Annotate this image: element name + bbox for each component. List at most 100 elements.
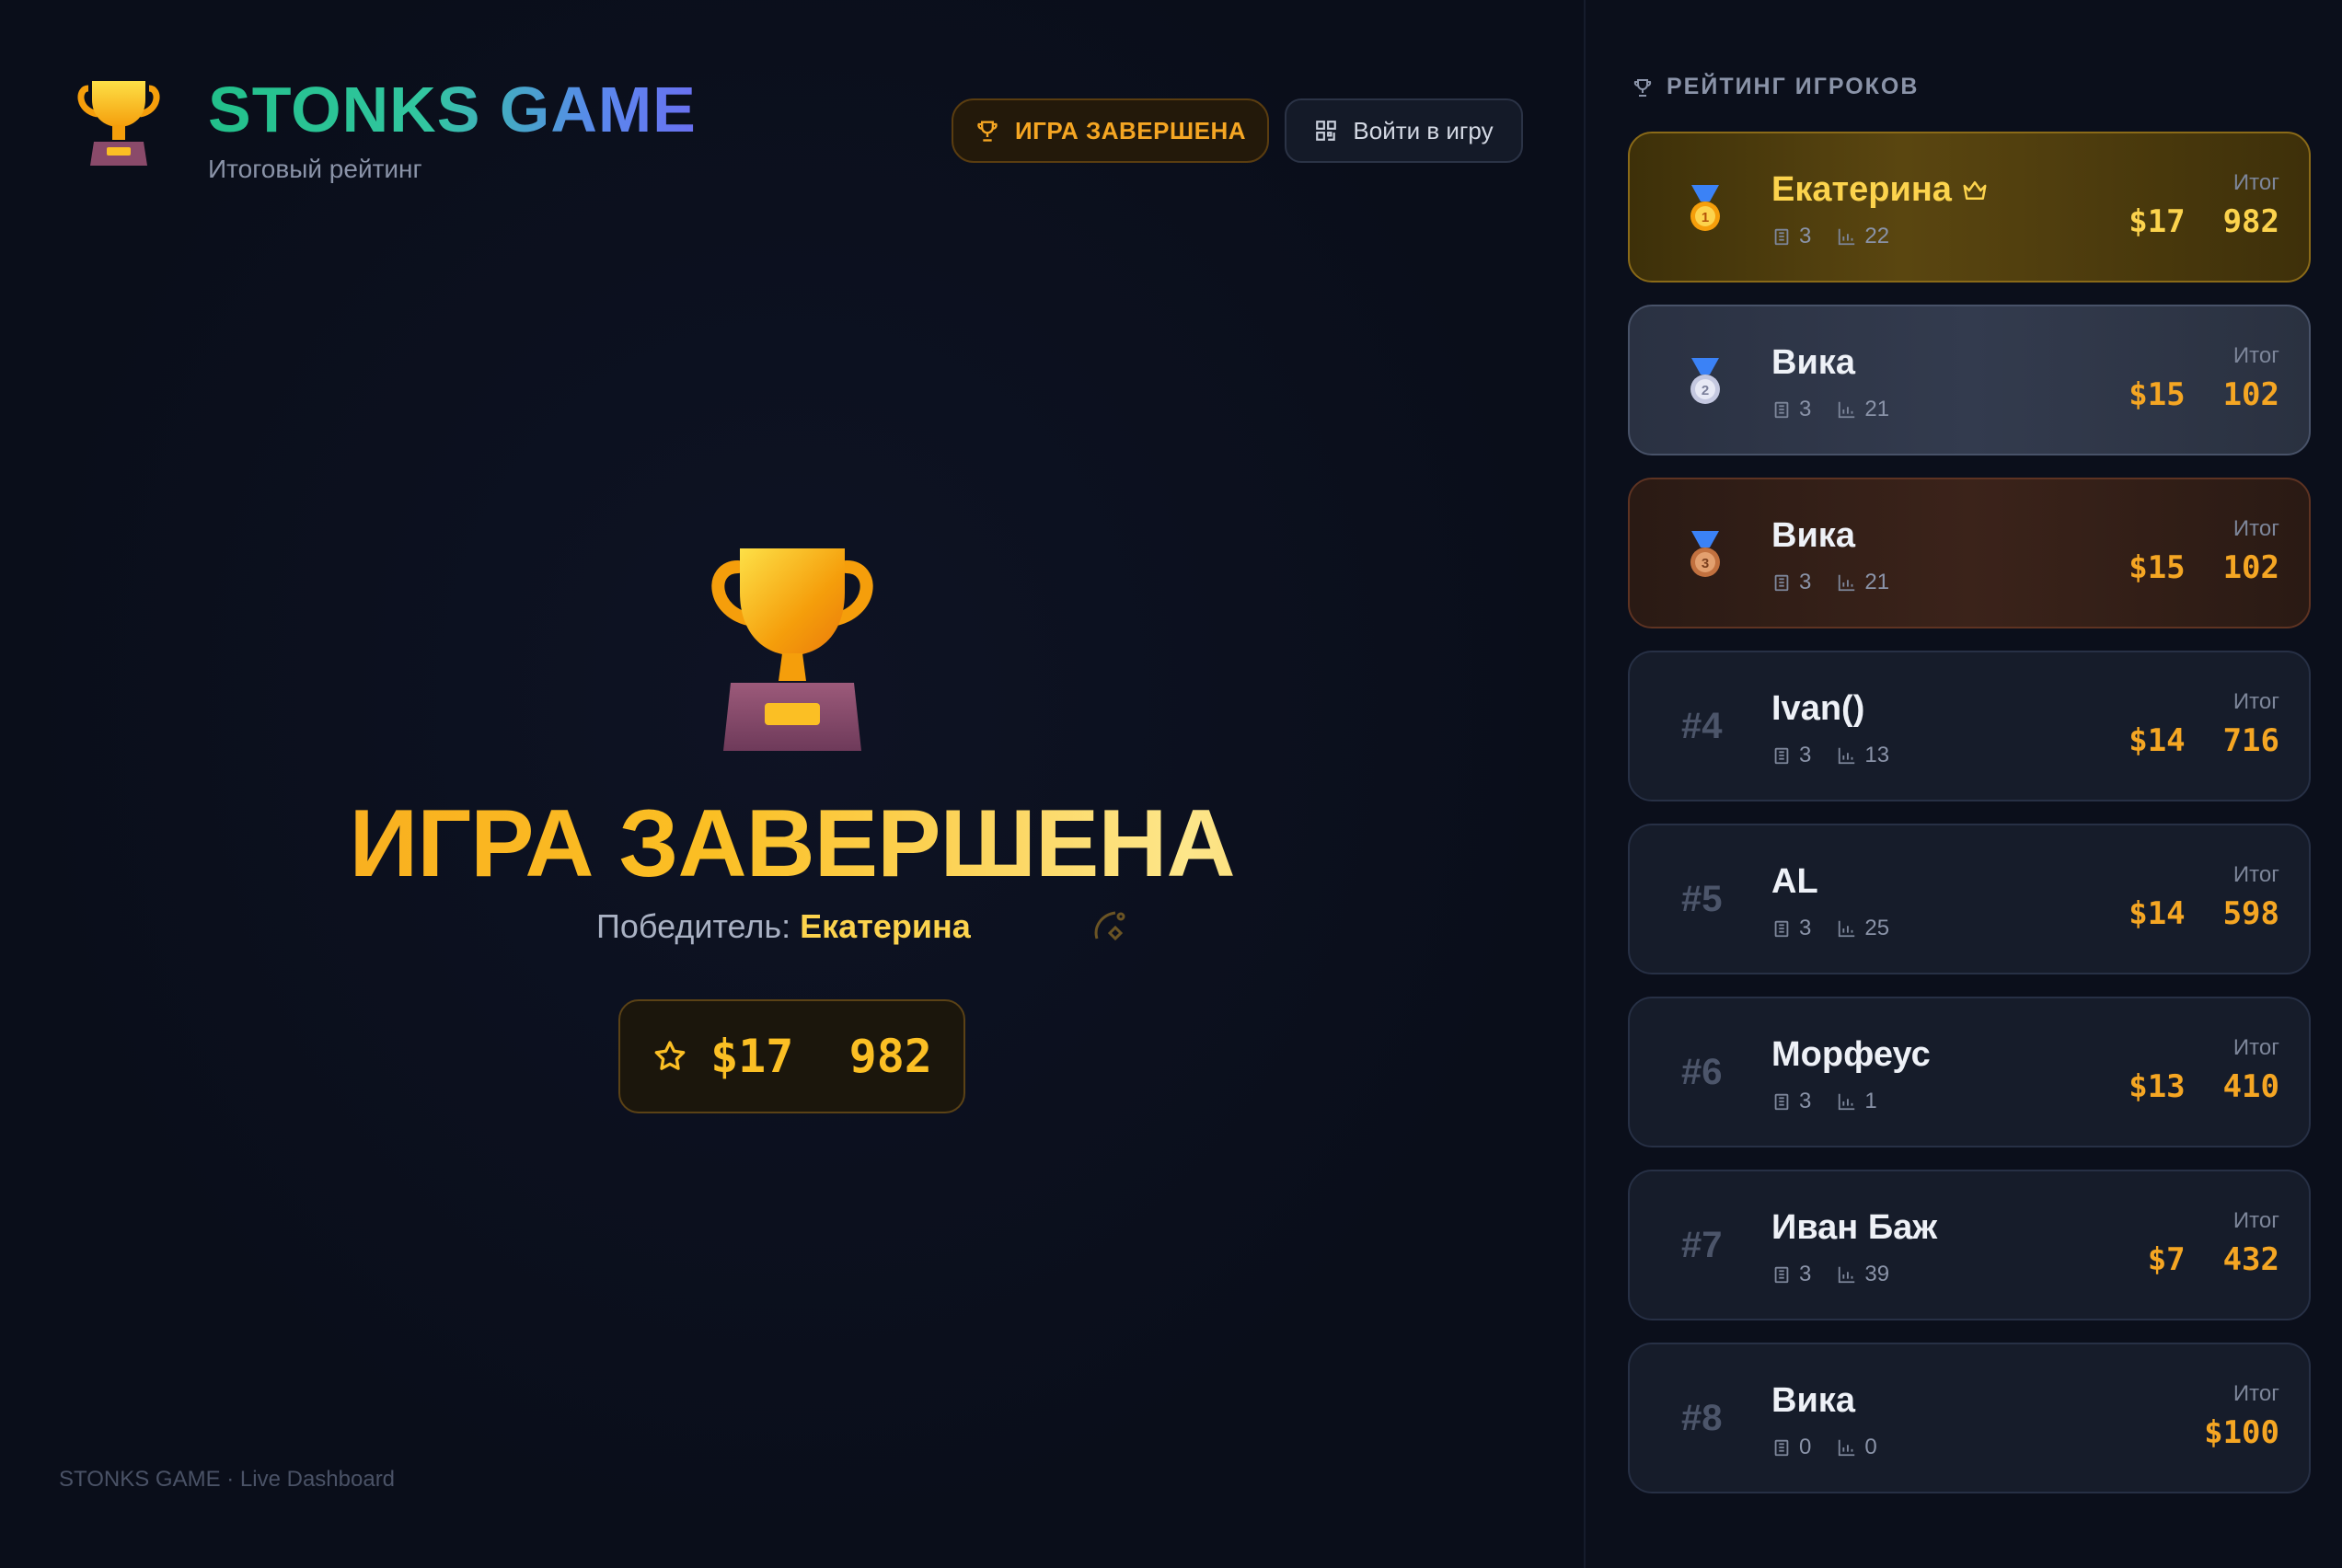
player-stats: 3 22 [1771, 224, 1915, 249]
player-name-row: Морфеус [1771, 1035, 1931, 1075]
total-value: $7 432 [2147, 1241, 2279, 1278]
bronze-medal-icon: 3 [1690, 531, 1720, 577]
leaderboard-row[interactable]: #6 Морфеус 3 1 Итог $13 410 [1628, 997, 2311, 1147]
total-label: Итог [2232, 1208, 2279, 1233]
stat-stocks-value: 3 [1799, 397, 1812, 421]
total-label: Итог [2232, 1035, 2279, 1060]
player-name-row: Вика [1771, 1381, 1855, 1421]
winner-line: Победитель: Екатерина [596, 907, 971, 946]
footer-text: STONKS GAME · Live Dashboard [59, 1467, 396, 1492]
player-stats: 3 13 [1771, 743, 1915, 768]
stat-trades: 39 [1837, 1262, 1889, 1287]
player-name: Иван Баж [1771, 1208, 1938, 1247]
leaderboard-row[interactable]: #5 AL 3 25 Итог $14 598 [1628, 824, 2311, 974]
join-game-label: Войти в игру [1353, 116, 1494, 144]
stat-stocks-value: 3 [1799, 916, 1812, 940]
stocks-icon [1774, 401, 1789, 419]
stat-stocks: 3 [1771, 916, 1811, 941]
leaderboard-row[interactable]: #7 Иван Баж 3 39 Итог $7 432 [1628, 1170, 2311, 1320]
trophy-icon [977, 121, 998, 142]
player-name-row: Иван Баж [1771, 1208, 1937, 1248]
player-name: Ivan() [1771, 689, 1865, 728]
stat-trades: 25 [1837, 916, 1889, 941]
main-panel: STONKS GAME Итоговый рейтинг ИГРА ЗАВЕРШ… [0, 0, 1584, 1568]
player-name-row: Вика [1771, 516, 1855, 556]
stat-stocks: 3 [1771, 743, 1811, 768]
player-name: Вика [1771, 343, 1855, 382]
player-name: Вика [1771, 1381, 1855, 1420]
total-value: $15 102 [2129, 376, 2279, 413]
bar-chart-icon [1839, 228, 1855, 246]
join-game-button[interactable]: Войти в игру [1285, 98, 1523, 163]
total-value: $14 716 [2129, 722, 2279, 759]
brand-text: STONKS GAME Итоговый рейтинг [208, 77, 697, 184]
stat-trades-value: 39 [1864, 1262, 1890, 1286]
brand: STONKS GAME Итоговый рейтинг [77, 77, 697, 184]
medal-rank-number: 1 [1702, 210, 1709, 225]
leaderboard-row[interactable]: #8 Вика 0 0 Итог $100 [1628, 1343, 2311, 1493]
total-label: Итог [2232, 689, 2279, 714]
stat-stocks: 0 [1771, 1435, 1811, 1460]
leaderboard-row[interactable]: 2 Вика 3 21 Итог $15 102 [1628, 305, 2311, 455]
rank-badge: 2 [1676, 352, 1735, 411]
stocks-icon [1774, 747, 1789, 765]
stat-trades: 21 [1837, 570, 1889, 595]
leaderboard-panel: РЕЙТИНГ ИГРОКОВ 1 Екатерина 3 22 Итог $1… [1584, 0, 2342, 1568]
crown-icon [1963, 180, 1987, 200]
app-title: STONKS GAME [208, 74, 697, 145]
stocks-icon [1774, 1266, 1789, 1284]
stat-trades: 13 [1837, 743, 1889, 768]
total-label: Итог [2232, 516, 2279, 541]
game-over-headline: ИГРА ЗАВЕРШЕНА [0, 793, 1584, 894]
bar-chart-icon [1839, 574, 1855, 592]
leaderboard-row[interactable]: 1 Екатерина 3 22 Итог $17 982 [1628, 132, 2311, 282]
leaderboard-row[interactable]: 3 Вика 3 21 Итог $15 102 [1628, 478, 2311, 628]
total-value: $17 982 [2129, 203, 2279, 240]
player-name: Морфеус [1771, 1035, 1931, 1074]
leaderboard-list: 1 Екатерина 3 22 Итог $17 982 2 Вика 3 2… [1628, 132, 2311, 1516]
stat-trades: 21 [1837, 397, 1889, 422]
rank-number: #5 [1681, 879, 1723, 919]
bar-chart-icon [1839, 1439, 1855, 1457]
silver-medal-icon: 2 [1690, 358, 1720, 404]
bar-chart-icon [1839, 1266, 1855, 1284]
rank-number: #6 [1681, 1052, 1723, 1092]
stat-trades-value: 21 [1864, 397, 1890, 421]
player-stats: 3 39 [1771, 1262, 1915, 1287]
party-spark-icon [1094, 911, 1125, 941]
total-label: Итог [2232, 343, 2279, 368]
winner-name: Екатерина [800, 907, 971, 945]
stocks-icon [1774, 228, 1789, 246]
stat-stocks-value: 3 [1799, 1262, 1812, 1286]
stat-stocks: 3 [1771, 1262, 1811, 1287]
stat-stocks: 3 [1771, 397, 1811, 422]
winner-score-box: $17 982 [618, 999, 965, 1113]
player-name-row: Екатерина [1771, 170, 1989, 210]
player-stats: 3 21 [1771, 570, 1915, 595]
stat-trades-value: 25 [1864, 916, 1890, 940]
total-value: $14 598 [2129, 895, 2279, 932]
app-subtitle: Итоговый рейтинг [208, 155, 422, 183]
stat-stocks-value: 3 [1799, 1089, 1812, 1113]
medal-rank-number: 3 [1702, 556, 1709, 571]
stocks-icon [1774, 574, 1789, 592]
stat-stocks-value: 3 [1799, 743, 1812, 767]
player-name: AL [1771, 862, 1818, 901]
player-stats: 3 21 [1771, 397, 1915, 422]
leaderboard-title-label: РЕЙТИНГ ИГРОКОВ [1667, 74, 1920, 99]
player-name-row: Ivan() [1771, 689, 1864, 729]
gold-medal-icon: 1 [1690, 185, 1720, 231]
total-label: Итог [2232, 170, 2279, 195]
app-root: STONKS GAME Итоговый рейтинг ИГРА ЗАВЕРШ… [0, 0, 2342, 1568]
winner-score: $17 982 [710, 1030, 932, 1083]
leaderboard-title: РЕЙТИНГ ИГРОКОВ [1632, 74, 1919, 100]
stat-trades-value: 22 [1864, 224, 1890, 248]
player-name-row: Вика [1771, 343, 1855, 383]
rank-number: #4 [1681, 706, 1723, 746]
total-value: $15 102 [2129, 549, 2279, 586]
leaderboard-row[interactable]: #4 Ivan() 3 13 Итог $14 716 [1628, 651, 2311, 801]
game-status-button[interactable]: ИГРА ЗАВЕРШЕНА [952, 98, 1269, 163]
trophy-icon [1633, 78, 1652, 97]
total-label: Итог [2232, 1381, 2279, 1406]
stocks-icon [1774, 1439, 1789, 1457]
